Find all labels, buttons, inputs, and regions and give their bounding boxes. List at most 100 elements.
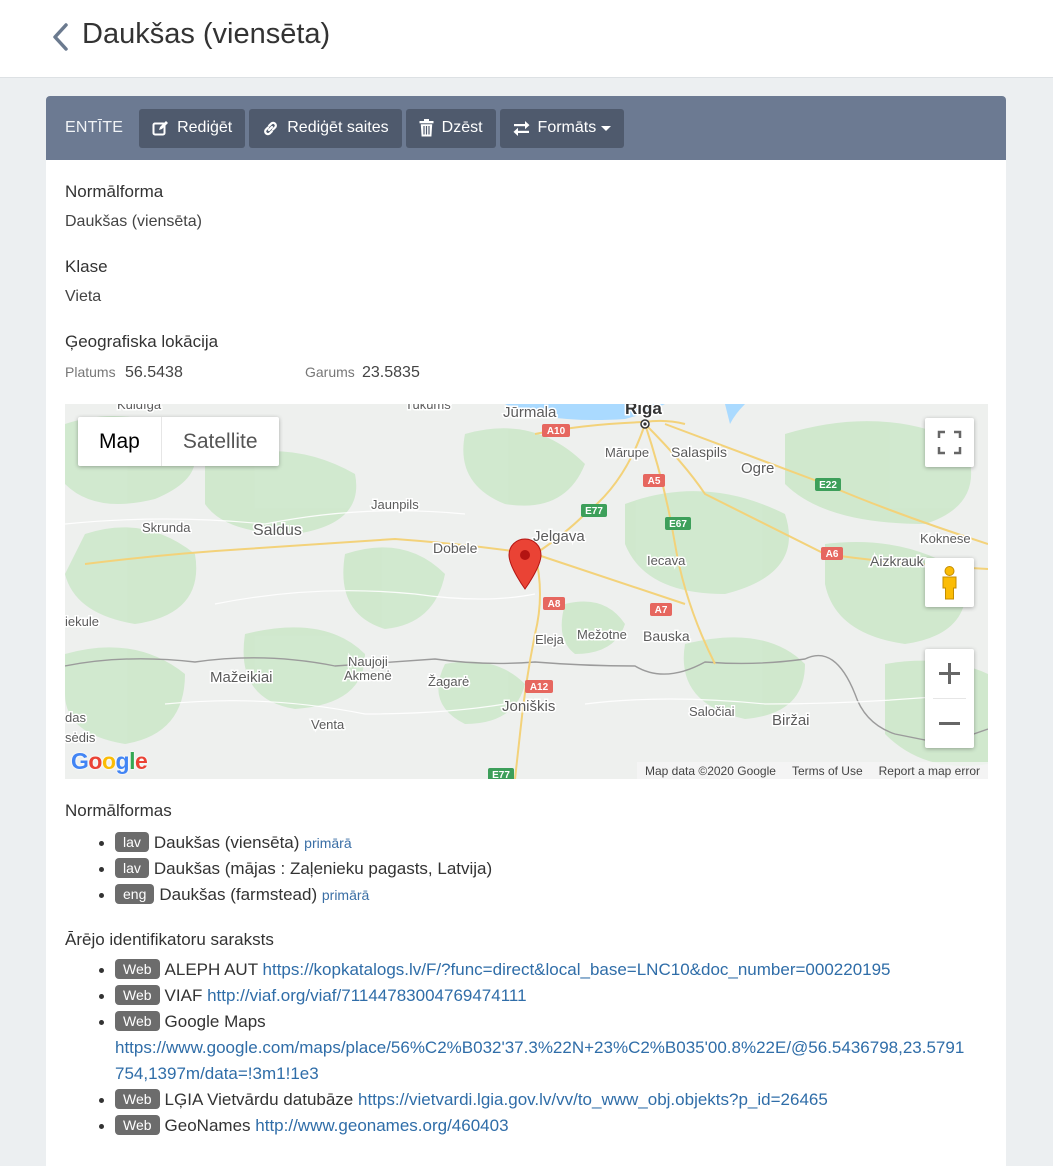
list-item: lav Daukšas (viensēta) primārā [65, 830, 995, 856]
language-badge: lav [115, 832, 149, 852]
edit-button-label: Rediģēt [177, 119, 233, 136]
zoom-in-icon[interactable] [925, 649, 974, 698]
road-a10-label: A10 [547, 426, 566, 437]
road-a6-label: A6 [826, 549, 839, 560]
normal-forms-list: lav Daukšas (viensēta) primārā lav Daukšas… [65, 830, 995, 908]
place-saldus: Saldus [253, 522, 302, 539]
entity-card: ENTĪTE Rediģēt Rediģēt saites Dzēst Form… [46, 96, 1006, 1166]
delete-button-label: Dzēst [441, 119, 483, 136]
place-jelgava: Jelgava [533, 528, 585, 545]
identifiers-heading: Ārējo identifikatoru saraksts [65, 930, 274, 949]
map-attribution: Map data ©2020 Google Terms of Use Repor… [637, 762, 988, 779]
place-saloiciai: Saločiai [689, 704, 735, 719]
back-chevron-icon[interactable] [48, 20, 74, 54]
place-skrunda: Skrunda [142, 520, 191, 535]
entity-toolbar: ENTĪTE Rediģēt Rediģēt saites Dzēst Form… [46, 96, 1006, 160]
language-badge: eng [115, 884, 155, 904]
road-e67-label: E67 [669, 519, 687, 530]
identifier-link[interactable]: https://vietvardi.lgia.gov.lv/vv/to_www_… [358, 1090, 828, 1109]
longitude-label: Garums [305, 364, 355, 380]
web-badge: Web [115, 1011, 160, 1031]
place-birzai: Biržai [772, 712, 810, 729]
fullscreen-button[interactable] [925, 418, 974, 467]
road-e77-label: E77 [585, 506, 603, 517]
place-koknese: Koknese [920, 531, 971, 546]
link-icon [264, 121, 278, 135]
web-badge: Web [115, 959, 160, 979]
class-value: Vieta [65, 288, 102, 305]
map-type-satellite-button[interactable]: Satellite [160, 417, 279, 466]
place-das: das [65, 710, 86, 725]
identifier-link[interactable]: https://www.google.com/maps/place/56%C2%… [115, 1038, 964, 1057]
place-mezotne: Mežotne [577, 627, 627, 642]
identifier-name: GeoNames [164, 1116, 251, 1135]
identifier-name: LĢIA Vietvārdu datubāze [164, 1090, 354, 1109]
trash-icon [419, 119, 434, 137]
map-data-attribution: Map data ©2020 Google [645, 763, 776, 778]
latitude-value: 56.5438 [125, 364, 183, 381]
normal-form-text: Daukšas (viensēta) [153, 833, 300, 852]
formats-dropdown-button[interactable]: Formāts [499, 108, 625, 148]
page-title: Daukšas (viensēta) [82, 18, 331, 50]
identifier-link-continued[interactable]: 754,1397m/data=!3m1!1e3 [115, 1064, 319, 1083]
zoom-control [925, 649, 974, 748]
web-badge: Web [115, 985, 160, 1005]
place-joniskis: Joniškis [502, 698, 555, 715]
place-naujoji: Naujoji [348, 654, 388, 669]
map-type-map-button[interactable]: Map [78, 417, 161, 466]
map-type-control: Map Satellite [78, 417, 279, 466]
google-logo: Google [71, 748, 148, 774]
place-kuldiga: Kuldīga [117, 404, 162, 412]
place-iecava: Iecava [647, 553, 686, 568]
place-riga: Rīga [625, 404, 662, 418]
report-map-error-link[interactable]: Report a map error [871, 764, 988, 778]
place-eleja: Eleja [535, 632, 565, 647]
primary-flag: primārā [321, 887, 370, 903]
place-venta: Venta [311, 717, 345, 732]
road-a5-label: A5 [648, 476, 661, 487]
list-item: Web LĢIA Vietvārdu datubāze https://vietv… [65, 1087, 995, 1113]
list-item: eng Daukšas (farmstead) primārā [65, 882, 995, 908]
normal-form-label: Normālforma [65, 182, 164, 201]
language-badge: lav [115, 858, 149, 878]
place-jurmala: Jūrmala [503, 404, 557, 421]
road-e77-south-label: E77 [492, 770, 510, 779]
road-e22-label: E22 [819, 480, 837, 491]
exchange-icon [513, 120, 530, 136]
place-akmene: Akmenė [344, 668, 392, 683]
street-view-pegman-button[interactable] [925, 558, 974, 607]
edit-button[interactable]: Rediģēt [139, 108, 246, 148]
edit-links-button[interactable]: Rediģēt saites [249, 108, 402, 148]
latitude-label: Platums [65, 364, 116, 380]
place-mazeikiai: Mažeikiai [210, 669, 273, 686]
road-a7-label: A7 [655, 605, 668, 616]
identifier-link[interactable]: https://kopkatalogs.lv/F/?func=direct&lo… [263, 960, 891, 979]
place-marupe: Mārupe [605, 445, 649, 460]
zoom-out-icon[interactable] [925, 699, 974, 748]
road-a12-label: A12 [530, 682, 549, 693]
edit-links-button-label: Rediģēt saites [287, 119, 389, 136]
location-map[interactable]: A10 A5 E77 E67 E22 A6 A8 A7 A12 E77 Kuld… [65, 404, 988, 779]
place-iekule: iekule [65, 614, 99, 629]
web-badge: Web [115, 1115, 160, 1135]
longitude-value: 23.5835 [362, 364, 420, 381]
road-a8-label: A8 [548, 599, 561, 610]
normal-form-text: Daukšas (mājas : Zaļenieku pagasts, Latv… [153, 859, 493, 878]
list-item: Web VIAF http://viaf.org/viaf/71144783004… [65, 983, 995, 1009]
delete-button[interactable]: Dzēst [405, 108, 496, 148]
list-item: Web ALEPH AUT https://kopkatalogs.lv/F/?f… [65, 957, 995, 983]
place-zagare: Žagarė [428, 674, 469, 689]
page-header: Daukšas (viensēta) [0, 0, 1053, 78]
identifier-name: VIAF [164, 986, 203, 1005]
identifier-link[interactable]: http://www.geonames.org/460403 [255, 1116, 508, 1135]
class-label: Klase [65, 257, 108, 276]
identifier-name: Google Maps [164, 1012, 266, 1031]
identifier-link[interactable]: http://viaf.org/viaf/7114478300476947411… [207, 986, 526, 1005]
edit-icon [152, 120, 169, 135]
primary-flag: primārā [304, 835, 352, 851]
terms-of-use-link[interactable]: Terms of Use [784, 764, 871, 778]
place-salaspils: Salaspils [671, 444, 727, 460]
place-jaunpils: Jaunpils [371, 497, 419, 512]
toolbar-label: ENTĪTE [65, 119, 124, 136]
place-tukums: Tukums [405, 404, 451, 412]
